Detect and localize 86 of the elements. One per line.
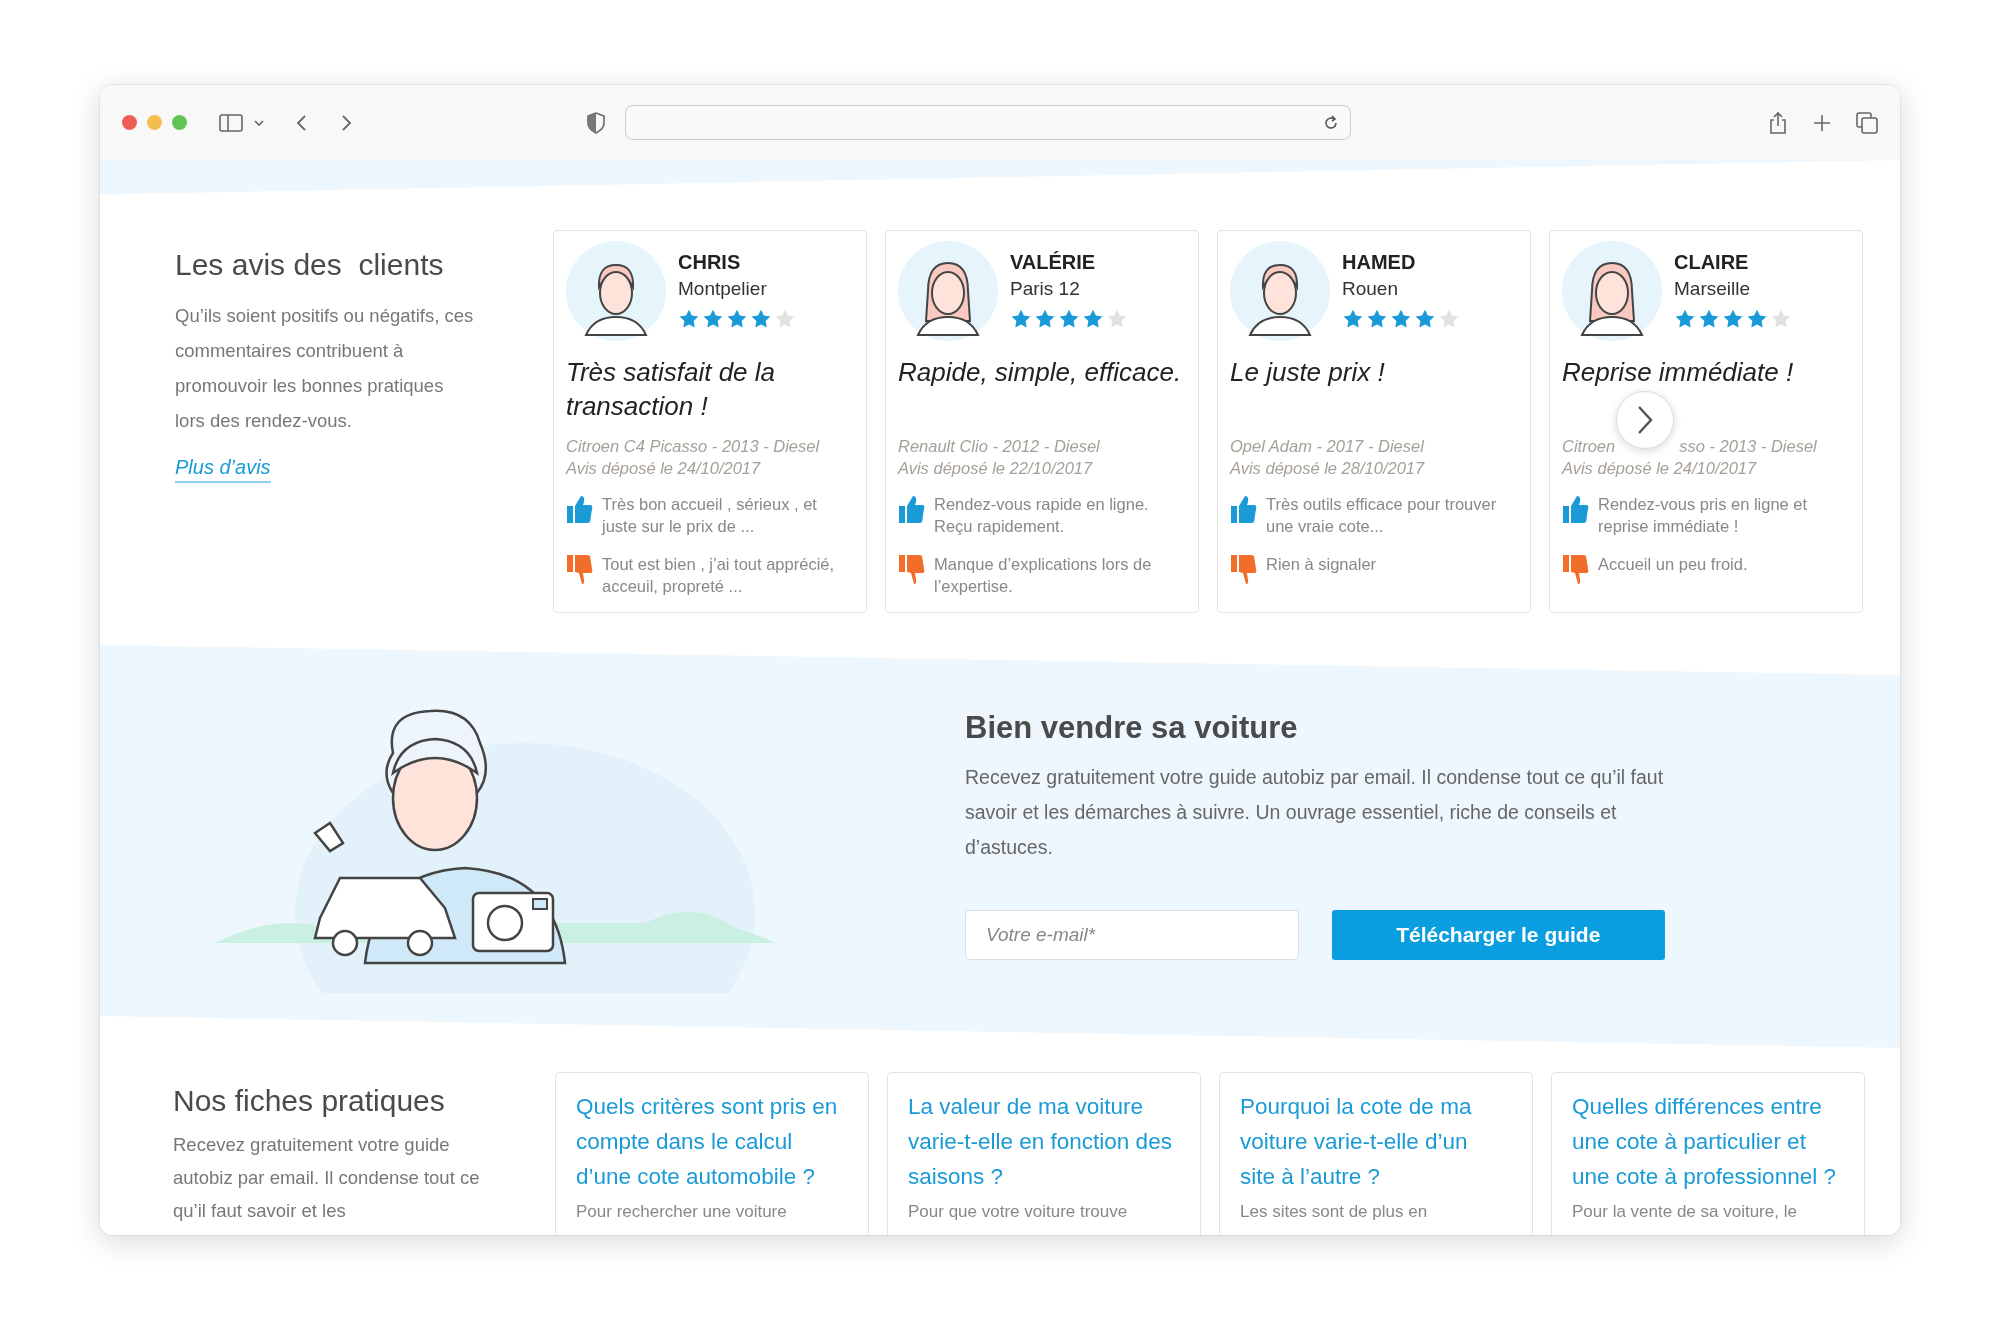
positive-comment: Très outils efficace pour trouver une vraie cote... xyxy=(1266,494,1498,537)
chevron-right-icon xyxy=(1635,404,1655,436)
guide-card-title[interactable]: Quels critères sont pris en compte dans le calcul d’une cote automobile ? xyxy=(576,1089,844,1194)
star-icon xyxy=(1770,308,1792,330)
thumbs-down-icon xyxy=(566,553,594,585)
review-title: Très satisfait de la transaction ! xyxy=(566,356,777,423)
star-icon xyxy=(1010,308,1032,330)
car-details: Citroen C4 Picasso - 2013 - Diesel xyxy=(566,437,820,455)
review-date: Avis déposé le 24/10/2017 xyxy=(566,458,762,479)
star-icon xyxy=(1342,308,1364,330)
review-date: Avis déposé le 22/10/2017 xyxy=(898,458,1094,479)
star-icon xyxy=(1438,308,1460,330)
negative-comment: Accueil un peu froid. xyxy=(1598,554,1749,575)
guide-card-excerpt: Pour la vente de sa voiture, le xyxy=(1572,1202,1798,1222)
positive-comment: Rendez-vous pris en ligne et reprise immédiate ! xyxy=(1598,494,1809,537)
car-details: Opel Adam - 2017 - Diesel xyxy=(1230,437,1424,455)
thumbs-down-icon xyxy=(898,553,926,585)
more-reviews-link[interactable]: Plus d’avis xyxy=(175,456,271,483)
negative-comment: Tout est bien , j’ai tout apprécié, acceuil, propreté ... xyxy=(602,554,836,597)
section-heading: Les avis des clients xyxy=(175,248,445,282)
section-description: Recevez gratuitement votre guide autobiz par email. Il condense tout ce qu’il faut savoir et les xyxy=(173,1133,481,1223)
guide-card-title[interactable]: Pourquoi la cote de ma voiture varie-t-elle d’un site à l’autre ? xyxy=(1240,1089,1508,1194)
back-icon[interactable] xyxy=(295,112,309,133)
email-field[interactable]: Votre e-mail* xyxy=(965,910,1299,960)
guide-card-excerpt: Pour que votre voiture trouve xyxy=(908,1202,1129,1222)
forward-icon[interactable] xyxy=(339,112,353,133)
download-guide-button[interactable]: Télécharger le guide xyxy=(1331,910,1665,960)
close-window-button[interactable] xyxy=(122,115,137,130)
reload-icon[interactable] xyxy=(1322,113,1340,132)
reviewer-name: HAMED xyxy=(1342,251,1417,274)
star-icon xyxy=(750,308,772,330)
thumbs-up-icon xyxy=(898,493,926,525)
reviewer-name: CLAIRE xyxy=(1674,251,1750,274)
negative-comment: Manque d’explications lors de l’expertise. xyxy=(934,554,1153,597)
positive-comment: Rendez-vous rapide en ligne. Reçu rapidement. xyxy=(934,494,1150,537)
thumbs-up-icon xyxy=(566,493,594,525)
guide-card-excerpt: Les sites sont de plus en xyxy=(1240,1202,1429,1222)
sidebar-icon[interactable] xyxy=(219,112,243,133)
car-details: sso - 2013 - Diesel xyxy=(1679,437,1817,455)
negative-comment: Rien à signaler xyxy=(1266,554,1378,575)
share-icon[interactable] xyxy=(1768,110,1788,135)
reviewer-city: Rouen xyxy=(1342,278,1399,300)
tabs-overview-icon[interactable] xyxy=(1856,111,1878,134)
star-icon xyxy=(1746,308,1768,330)
star-icon xyxy=(1058,308,1080,330)
guide-card-title[interactable]: La valeur de ma voiture varie-t-elle en fonction des saisons ? xyxy=(908,1089,1176,1194)
review-title: Le juste prix ! xyxy=(1230,356,1385,389)
star-icon xyxy=(1366,308,1388,330)
thumbs-down-icon xyxy=(1230,553,1258,585)
section-description: Qu’ils soient positifs ou négatifs, ces commentaires contribuent à promouvoir les bonnes pratiques lors des rendez-vous. xyxy=(175,304,475,433)
star-icon xyxy=(1082,308,1104,330)
star-icon xyxy=(1390,308,1412,330)
review-title: Rapide, simple, efficace. xyxy=(898,356,1182,389)
thumbs-up-icon xyxy=(1562,493,1590,525)
review-title: Reprise immédiate ! xyxy=(1562,356,1794,389)
review-date: Avis déposé le 24/10/2017 xyxy=(1562,458,1758,479)
star-icon xyxy=(774,308,796,330)
star-icon xyxy=(1034,308,1056,330)
thumbs-up-icon xyxy=(1230,493,1258,525)
car-details: Renault Clio - 2012 - Diesel xyxy=(898,437,1100,455)
next-button[interactable] xyxy=(1616,391,1674,449)
positive-comment: Très bon accueil , sérieux , et juste sur le prix de ... xyxy=(602,494,818,537)
reviewer-city: Paris 12 xyxy=(1010,278,1081,300)
reviewer-name: VALÉRIE xyxy=(1010,251,1097,274)
car-details: Citroen xyxy=(1562,437,1616,455)
star-icon xyxy=(702,308,724,330)
reviewer-name: CHRIS xyxy=(678,251,742,274)
star-icon xyxy=(1722,308,1744,330)
section-heading: Nos fiches pratiques xyxy=(173,1084,446,1118)
star-icon xyxy=(1414,308,1436,330)
guide-heading: Bien vendre sa voiture xyxy=(965,710,1299,746)
star-icon xyxy=(678,308,700,330)
thumbs-down-icon xyxy=(1562,553,1590,585)
shield-icon[interactable] xyxy=(587,111,605,134)
star-icon xyxy=(1698,308,1720,330)
guide-description: Recevez gratuitement votre guide autobiz par email. Il condense tout ce qu’il faut savoir et les démarches à suivre. Un ouvrage essentiel, riche de conseils et d’astuces. xyxy=(965,765,1665,860)
star-icon xyxy=(1106,308,1128,330)
review-date: Avis déposé le 28/10/2017 xyxy=(1230,458,1426,479)
reviewer-city: Montpelier xyxy=(678,278,768,300)
chevron-down-icon[interactable] xyxy=(253,117,265,128)
reviewer-city: Marseille xyxy=(1674,278,1752,300)
new-tab-icon[interactable] xyxy=(1812,112,1832,133)
guide-card-excerpt: Pour rechercher une voiture xyxy=(576,1202,788,1222)
star-icon xyxy=(726,308,748,330)
star-icon xyxy=(1674,308,1696,330)
guide-card-title[interactable]: Quelles différences entre une cote à particulier et une cote à professionnel ? xyxy=(1572,1089,1840,1194)
